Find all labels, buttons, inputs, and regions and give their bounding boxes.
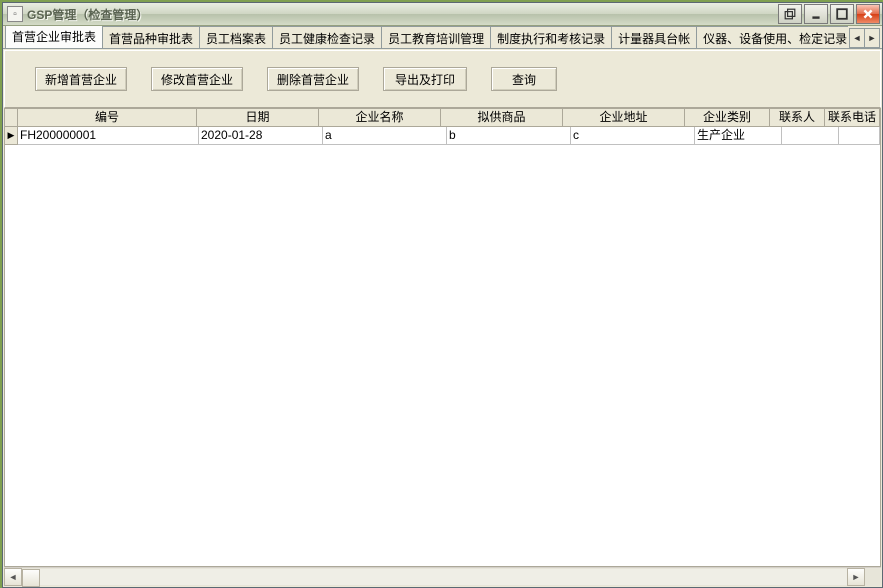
tab-first-enterprise-approval[interactable]: 首营企业审批表 (5, 26, 103, 48)
tab-employee-training[interactable]: 员工教育培训管理 (381, 26, 491, 48)
grid-body: ▶ FH200000001 2020-01-28 a b c 生产企业 (5, 127, 880, 566)
scroll-corner (865, 569, 881, 585)
maximize-button[interactable] (830, 4, 854, 24)
system-menu-icon[interactable]: ▫ (7, 6, 23, 22)
delete-enterprise-button[interactable]: 删除首营企业 (267, 67, 359, 91)
cell-address: c (571, 127, 695, 145)
scroll-thumb[interactable] (22, 569, 40, 587)
grid-header-row: 编号 日期 企业名称 拟供商品 企业地址 企业类别 联系人 联系电话 (5, 109, 880, 127)
restore-down-button[interactable] (778, 4, 802, 24)
tab-scroll-left-button[interactable]: ◄ (849, 28, 865, 48)
tab-equipment-records[interactable]: 仪器、设备使用、检定记录 (696, 26, 848, 48)
cell-category: 生产企业 (695, 127, 782, 145)
cell-goods: b (447, 127, 571, 145)
new-enterprise-button[interactable]: 新增首营企业 (35, 67, 127, 91)
cell-date: 2020-01-28 (199, 127, 323, 145)
tab-employee-archive[interactable]: 员工档案表 (199, 26, 273, 48)
grid-corner (5, 109, 18, 127)
window-title: GSP管理（检查管理） (27, 6, 148, 23)
col-date[interactable]: 日期 (197, 109, 319, 127)
col-contact[interactable]: 联系人 (770, 109, 825, 127)
cell-number: FH200000001 (18, 127, 199, 145)
edit-enterprise-button[interactable]: 修改首营企业 (151, 67, 243, 91)
tabstrip-tabs: 首营企业审批表 首营品种审批表 员工档案表 员工健康检查记录 员工教育培训管理 … (5, 26, 848, 48)
client-area: 首营企业审批表 首营品种审批表 员工档案表 员工健康检查记录 员工教育培训管理 … (3, 26, 882, 587)
horizontal-scrollbar[interactable]: ◄ ► (4, 567, 881, 586)
close-button[interactable] (856, 4, 880, 24)
tab-measuring-instruments[interactable]: 计量器具台帐 (611, 26, 697, 48)
tab-scroll-right-button[interactable]: ► (864, 28, 880, 48)
cell-contact (782, 127, 839, 145)
scroll-left-button[interactable]: ◄ (4, 568, 22, 586)
col-phone[interactable]: 联系电话 (825, 109, 880, 127)
app-window: ▫ GSP管理（检查管理） 首营企业审批表 首营品种审批表 员工档案表 员工健康… (2, 2, 883, 588)
tab-employee-health[interactable]: 员工健康检查记录 (272, 26, 382, 48)
tab-first-product-approval[interactable]: 首营品种审批表 (102, 26, 200, 48)
scroll-right-button[interactable]: ► (847, 568, 865, 586)
table-row[interactable]: ▶ FH200000001 2020-01-28 a b c 生产企业 (5, 127, 880, 145)
col-address[interactable]: 企业地址 (563, 109, 685, 127)
cell-company: a (323, 127, 447, 145)
col-number[interactable]: 编号 (18, 109, 197, 127)
data-grid[interactable]: 编号 日期 企业名称 拟供商品 企业地址 企业类别 联系人 联系电话 ▶ FH2… (4, 108, 881, 567)
scroll-track[interactable] (22, 569, 847, 585)
minimize-button[interactable] (804, 4, 828, 24)
cell-phone (839, 127, 880, 145)
tab-scroll-arrows: ◄ ► (848, 28, 882, 48)
export-print-button[interactable]: 导出及打印 (383, 67, 467, 91)
row-indicator-icon: ▶ (5, 127, 18, 145)
search-button[interactable]: 查询 (491, 67, 557, 91)
col-company[interactable]: 企业名称 (319, 109, 441, 127)
toolbar: 新增首营企业 修改首营企业 删除首营企业 导出及打印 查询 (4, 50, 881, 108)
titlebar: ▫ GSP管理（检查管理） (3, 3, 882, 26)
tab-policy-assessment[interactable]: 制度执行和考核记录 (490, 26, 612, 48)
tabstrip: 首营企业审批表 首营品种审批表 员工档案表 员工健康检查记录 员工教育培训管理 … (3, 26, 882, 49)
col-goods[interactable]: 拟供商品 (441, 109, 563, 127)
col-category[interactable]: 企业类别 (685, 109, 770, 127)
